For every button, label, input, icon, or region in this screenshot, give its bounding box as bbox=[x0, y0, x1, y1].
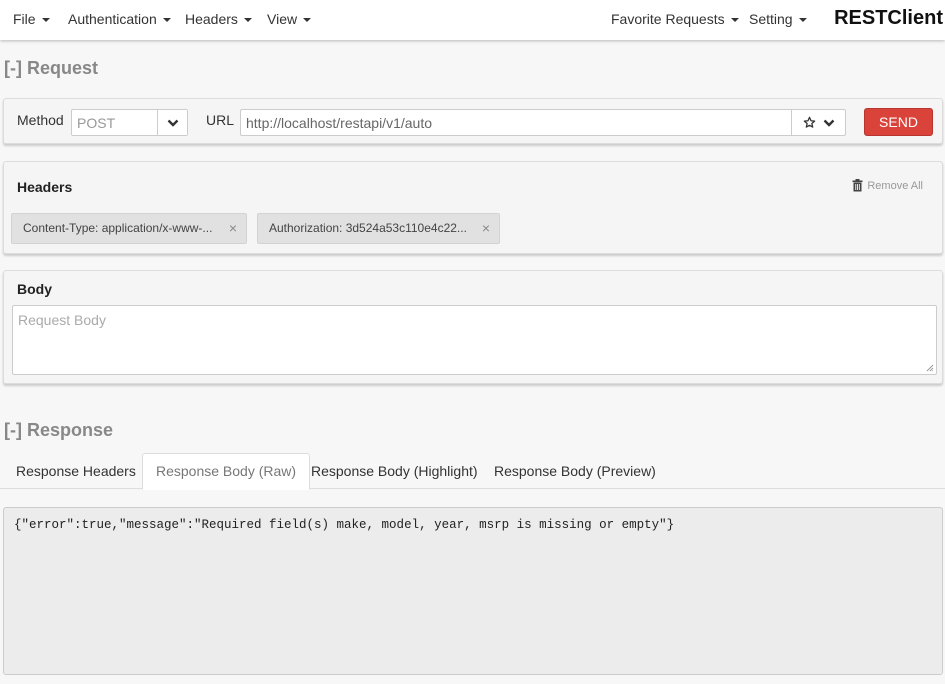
caret-down-icon bbox=[730, 18, 739, 22]
tab-response-body-preview[interactable]: Response Body (Preview) bbox=[481, 453, 669, 489]
header-chip-text: Authorization: 3d524a53c110e4c22... bbox=[269, 221, 467, 235]
chevron-down-icon[interactable] bbox=[823, 119, 835, 127]
request-section-toggle[interactable]: [-] Request bbox=[4, 58, 98, 79]
menu-headers[interactable]: Headers bbox=[185, 0, 252, 40]
menu-favorite-requests-label: Favorite Requests bbox=[611, 11, 725, 27]
menu-authentication-label: Authentication bbox=[68, 11, 157, 27]
menu-headers-label: Headers bbox=[185, 11, 238, 27]
remove-all-label: Remove All bbox=[867, 179, 923, 192]
headers-panel-title: Headers bbox=[17, 179, 73, 195]
method-label: Method bbox=[17, 112, 64, 128]
header-chip-authorization[interactable]: Authorization: 3d524a53c110e4c22... × bbox=[257, 213, 500, 244]
response-body-box[interactable]: {"error":true,"message":"Required field(… bbox=[3, 507, 943, 675]
menu-file-label: File bbox=[13, 11, 36, 27]
method-dropdown-toggle[interactable] bbox=[157, 110, 187, 135]
url-input[interactable]: http://localhost/restapi/v1/auto bbox=[240, 109, 846, 136]
caret-down-icon bbox=[41, 18, 50, 22]
tab-response-body-raw[interactable]: Response Body (Raw) bbox=[142, 453, 311, 490]
method-select[interactable]: POST bbox=[71, 109, 188, 136]
close-icon[interactable]: × bbox=[482, 214, 490, 243]
tab-response-body-highlight[interactable]: Response Body (Highlight) bbox=[298, 453, 491, 489]
close-icon[interactable]: × bbox=[229, 214, 237, 243]
caret-down-icon bbox=[303, 18, 312, 22]
caret-down-icon bbox=[162, 18, 171, 22]
caret-down-icon bbox=[798, 18, 807, 22]
brand-logo: RESTClient bbox=[834, 7, 943, 29]
body-panel-title: Body bbox=[17, 281, 52, 297]
caret-down-icon bbox=[243, 18, 252, 22]
response-raw-text: {"error":true,"message":"Required field(… bbox=[14, 518, 675, 532]
trash-icon bbox=[852, 179, 863, 192]
menu-authentication[interactable]: Authentication bbox=[68, 0, 171, 40]
chevron-down-icon bbox=[167, 119, 178, 127]
method-value: POST bbox=[77, 115, 116, 131]
menu-setting-label: Setting bbox=[749, 11, 793, 27]
response-tabs: Response Headers Response Body (Raw) Res… bbox=[0, 453, 945, 490]
menu-favorite-requests[interactable]: Favorite Requests bbox=[611, 0, 739, 40]
headers-panel: Headers Remove All Content-Type: applica… bbox=[3, 161, 943, 254]
menu-file[interactable]: File bbox=[13, 0, 50, 40]
url-value: http://localhost/restapi/v1/auto bbox=[246, 115, 432, 131]
url-label: URL bbox=[206, 112, 235, 128]
tab-response-headers[interactable]: Response Headers bbox=[3, 453, 149, 489]
menu-setting[interactable]: Setting bbox=[749, 0, 807, 40]
response-section-toggle[interactable]: [-] Response bbox=[4, 420, 113, 441]
send-button[interactable]: SEND bbox=[864, 108, 933, 136]
body-panel: Body Request Body bbox=[3, 270, 943, 384]
header-chip-content-type[interactable]: Content-Type: application/x-www-... × bbox=[11, 213, 247, 244]
request-body-placeholder: Request Body bbox=[18, 312, 106, 328]
header-chip-text: Content-Type: application/x-www-... bbox=[23, 221, 213, 235]
resize-grip-icon[interactable] bbox=[926, 364, 934, 372]
top-navbar: File Authentication Headers View Favorit… bbox=[0, 0, 945, 40]
url-favorite-actions[interactable] bbox=[791, 110, 845, 135]
menu-view[interactable]: View bbox=[267, 0, 312, 40]
star-icon[interactable] bbox=[803, 116, 816, 129]
remove-all-headers-button[interactable]: Remove All bbox=[852, 179, 923, 192]
menu-view-label: View bbox=[267, 11, 298, 27]
request-panel: Method POST URL http://localhost/restapi… bbox=[3, 98, 943, 144]
request-body-textarea[interactable]: Request Body bbox=[12, 305, 937, 375]
